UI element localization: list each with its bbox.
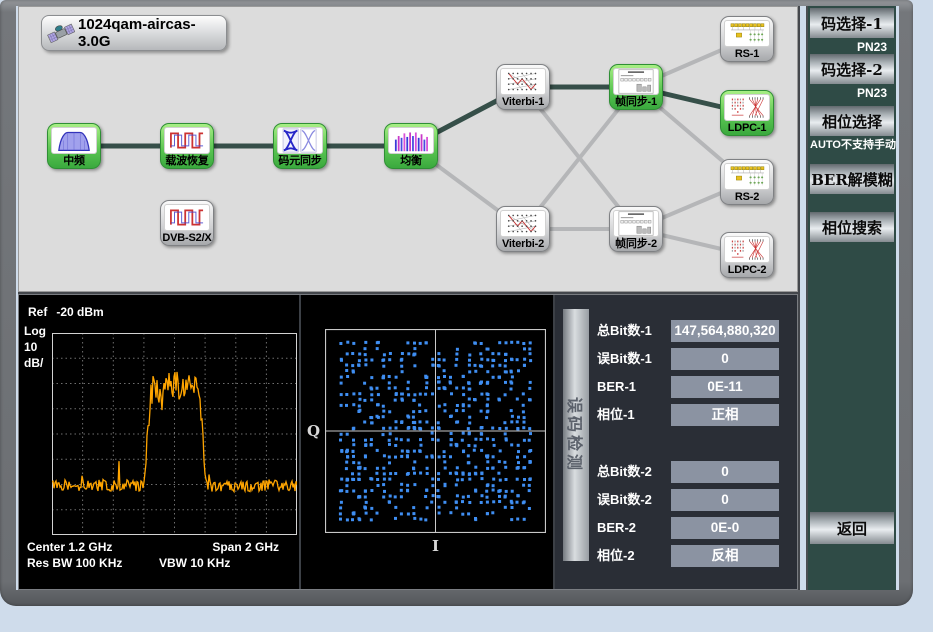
main-panel: 1024qam-aircas-3.0G 中频载波恢复码元同步均衡DVB-S2/X… <box>18 6 800 590</box>
span-readout: Span 2 GHz <box>212 540 279 554</box>
squarewave-icon <box>164 127 210 154</box>
stat-label: BER-1 <box>597 376 636 398</box>
trellis-icon <box>500 68 546 95</box>
node-label: RS-1 <box>721 47 773 62</box>
spectrum-display: Ref -20 dBm Log 10 dB/ Center 1.2 GHz Sp… <box>19 295 299 589</box>
diagram-panel: 1024qam-aircas-3.0G 中频载波恢复码元同步均衡DVB-S2/X… <box>18 6 798 292</box>
squarewave-icon <box>164 204 210 231</box>
sidebar-button-4[interactable]: BER解模糊 <box>810 164 894 194</box>
sidebar-button-value: PN23 <box>810 39 894 55</box>
stat-value: 0 <box>671 348 779 370</box>
sidebar: 码选择-1PN23码选择-2PN23相位选择AUTO不支持手动BER解模糊相位搜… <box>806 6 896 590</box>
node-label: 帧同步-1 <box>610 95 662 110</box>
framesync-icon <box>613 210 659 237</box>
bottom-panel: Ref -20 dBm Log 10 dB/ Center 1.2 GHz Sp… <box>18 294 798 590</box>
stat-value: 正相 <box>671 404 779 426</box>
trellis-icon <box>500 210 546 237</box>
node-label: LDPC-1 <box>721 121 773 136</box>
log-line: Log <box>24 323 46 339</box>
ber-stat-row: BER-2 0E-0 <box>597 517 791 539</box>
node-label: 帧同步-2 <box>610 237 662 252</box>
spectrum-scale-readout: Log 10 dB/ <box>24 323 46 371</box>
stat-label: 误Bit数-1 <box>597 348 652 370</box>
resbw-readout: Res BW 100 KHz <box>27 556 122 570</box>
q-axis-label: Q <box>307 422 320 440</box>
ber-stat-row: 总Bit数-2 0 <box>597 461 791 483</box>
ldpc-icon <box>724 236 770 263</box>
node-label: 载波恢复 <box>161 154 213 169</box>
if-spectrum-icon <box>51 127 97 154</box>
ber-strip: 误码检测 <box>563 309 589 561</box>
eye-icon <box>277 127 323 154</box>
sidebar-button-5[interactable]: 相位搜索 <box>810 212 894 242</box>
ber-stat-row: 误Bit数-2 0 <box>597 489 791 511</box>
ref-value: -20 dBm <box>56 305 103 319</box>
rs-icon <box>724 163 770 190</box>
node-if[interactable]: 中频 <box>47 123 101 169</box>
node-label: 中频 <box>48 154 100 169</box>
i-axis-label: I <box>325 537 546 555</box>
vbw-readout: VBW 10 KHz <box>159 556 230 570</box>
sidebar-button-1[interactable]: 码选择-1 <box>810 8 894 38</box>
stat-label: 总Bit数-1 <box>597 320 652 342</box>
node-symsync[interactable]: 码元同步 <box>273 123 327 169</box>
equalizer-icon <box>388 127 434 154</box>
node-eq[interactable]: 均衡 <box>384 123 438 169</box>
log-line: dB/ <box>24 355 46 371</box>
node-dvb[interactable]: DVB-S2/X <box>160 200 214 246</box>
ber-stat-row: 总Bit数-1 147,564,880,320 <box>597 320 791 342</box>
node-label: LDPC-2 <box>721 263 773 278</box>
ldpc-icon <box>724 94 770 121</box>
ber-stat-row: 相位-2 反相 <box>597 545 791 567</box>
node-framesync1[interactable]: 帧同步-1 <box>609 64 663 110</box>
window-chrome: 1024qam-aircas-3.0G 中频载波恢复码元同步均衡DVB-S2/X… <box>0 0 913 606</box>
stat-value: 反相 <box>671 545 779 567</box>
node-carrier[interactable]: 载波恢复 <box>160 123 214 169</box>
back-button[interactable]: 返回 <box>810 512 894 544</box>
center-freq-readout: Center 1.2 GHz <box>27 540 112 554</box>
stat-value: 0E-11 <box>671 376 779 398</box>
node-rs2[interactable]: RS-2 <box>720 159 774 205</box>
node-viterbi1[interactable]: Viterbi-1 <box>496 64 550 110</box>
stat-label: 相位-2 <box>597 545 635 567</box>
node-label: Viterbi-1 <box>497 95 549 110</box>
ber-strip-label: 误码检测 <box>564 397 588 473</box>
stat-value: 0 <box>671 489 779 511</box>
stat-label: BER-2 <box>597 517 636 539</box>
stat-value: 147,564,880,320 <box>671 320 779 342</box>
window-content: 1024qam-aircas-3.0G 中频载波恢复码元同步均衡DVB-S2/X… <box>16 6 899 590</box>
node-ldpc2[interactable]: LDPC-2 <box>720 232 774 278</box>
ber-stat-row: 误Bit数-1 0 <box>597 348 791 370</box>
node-label: DVB-S2/X <box>161 231 213 246</box>
node-label: Viterbi-2 <box>497 237 549 252</box>
sidebar-button-value: AUTO不支持手动 <box>810 137 894 153</box>
stat-value: 0 <box>671 461 779 483</box>
node-label: 码元同步 <box>274 154 326 169</box>
framesync-icon <box>613 68 659 95</box>
node-rs1[interactable]: RS-1 <box>720 16 774 62</box>
node-ldpc1[interactable]: LDPC-1 <box>720 90 774 136</box>
log-line: 10 <box>24 339 46 355</box>
node-label: 均衡 <box>385 154 437 169</box>
stat-label: 相位-1 <box>597 404 635 426</box>
sidebar-button-value: PN23 <box>810 85 894 101</box>
ber-panel: 误码检测 总Bit数-1 147,564,880,320 误Bit数-1 0 BER-1… <box>555 295 797 589</box>
ber-stat-row: BER-1 0E-11 <box>597 376 791 398</box>
sidebar-button-3[interactable]: 相位选择 <box>810 106 894 136</box>
spectrum-plot <box>52 333 297 535</box>
node-label: RS-2 <box>721 190 773 205</box>
stat-label: 总Bit数-2 <box>597 461 652 483</box>
constellation-display: Q I <box>301 295 553 589</box>
node-framesync2[interactable]: 帧同步-2 <box>609 206 663 252</box>
ref-label: Ref <box>28 305 47 319</box>
rs-icon <box>724 20 770 47</box>
sidebar-button-2[interactable]: 码选择-2 <box>810 54 894 84</box>
node-viterbi2[interactable]: Viterbi-2 <box>496 206 550 252</box>
stat-value: 0E-0 <box>671 517 779 539</box>
constellation-plot <box>325 329 546 533</box>
spectrum-ref-readout: Ref -20 dBm <box>28 305 104 319</box>
ber-stat-row: 相位-1 正相 <box>597 404 791 426</box>
stat-label: 误Bit数-2 <box>597 489 652 511</box>
